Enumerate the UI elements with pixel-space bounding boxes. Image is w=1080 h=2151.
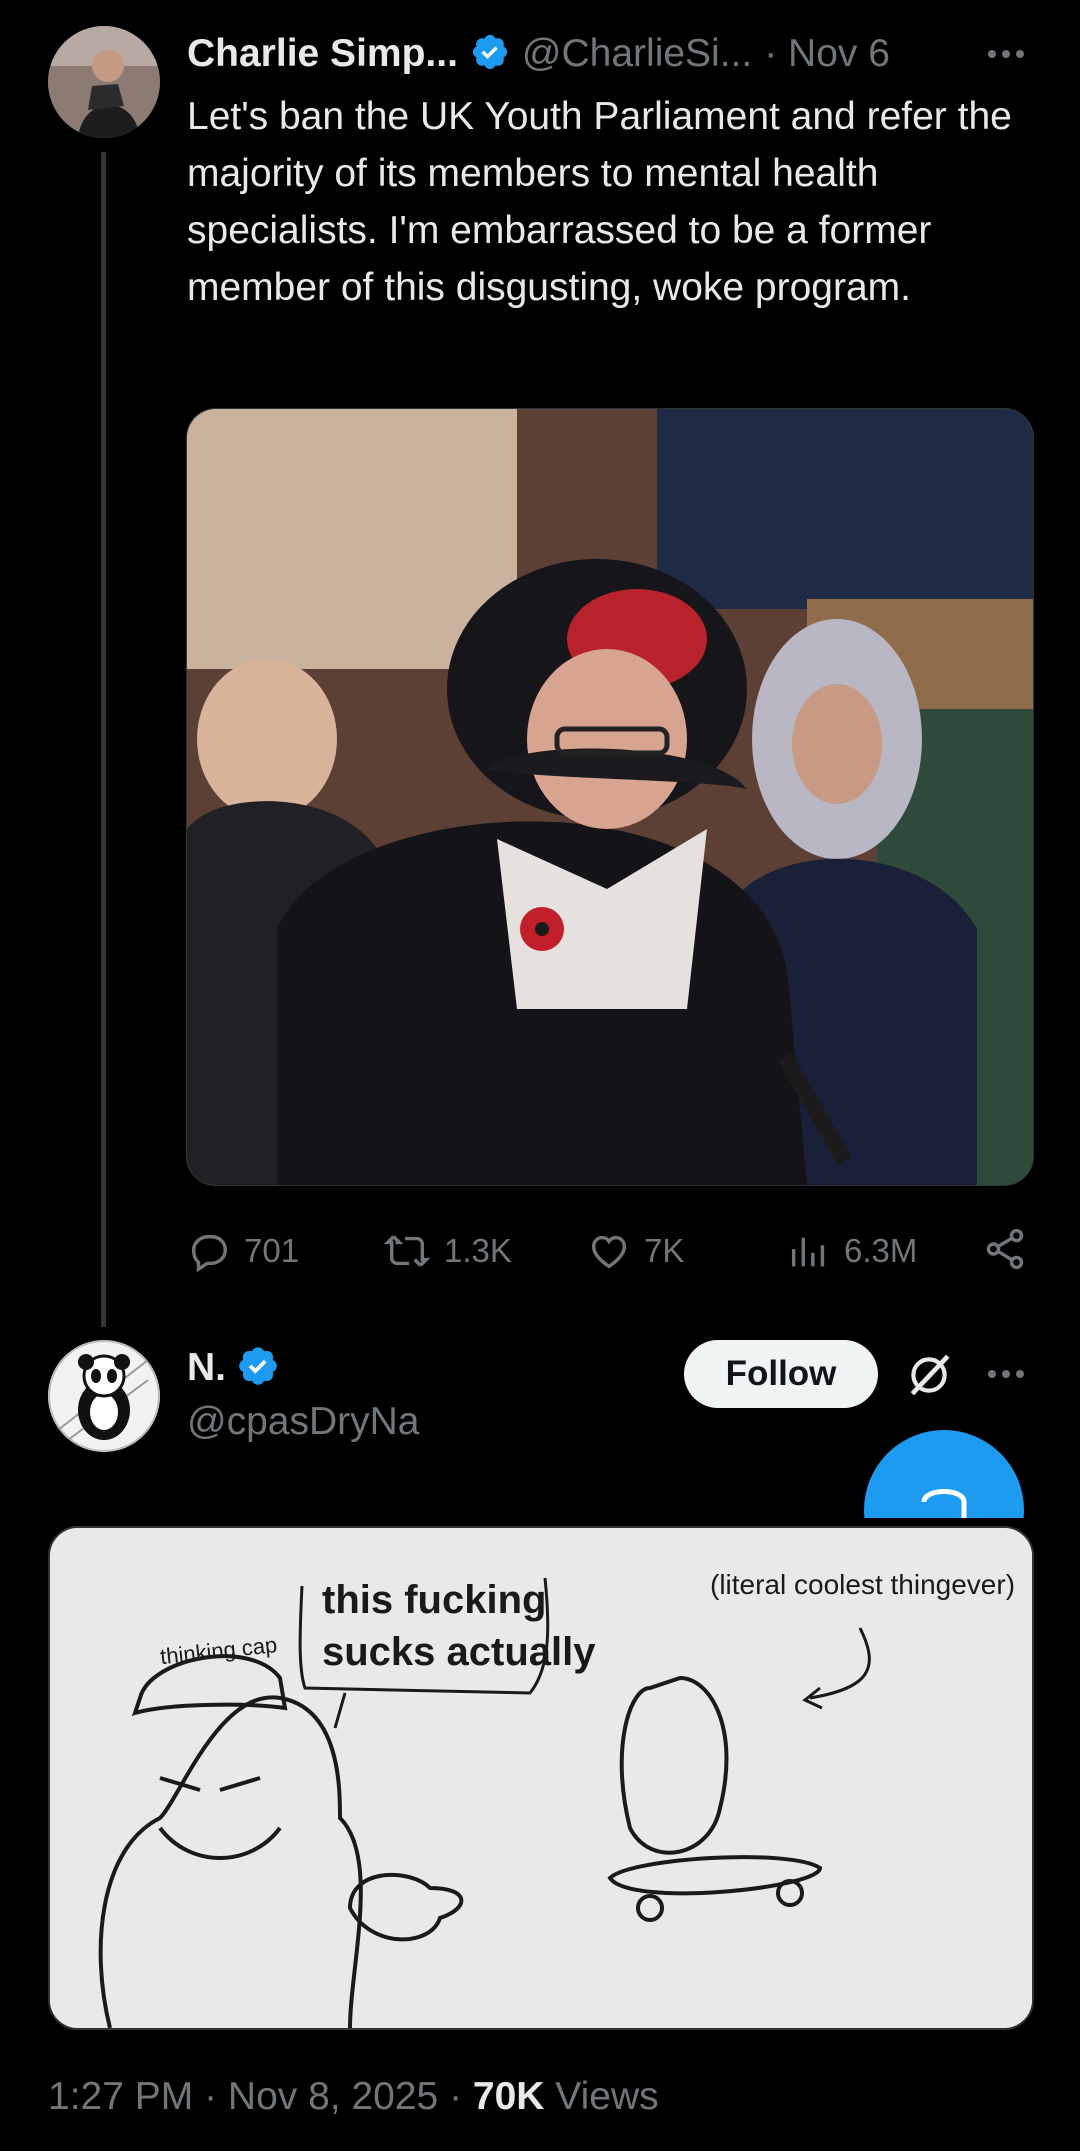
author-display-name[interactable]: Charlie Simp... [187,32,458,76]
views-action[interactable]: 6.3M [786,1228,917,1274]
views-count: 6.3M [844,1232,918,1269]
repost-icon [383,1235,431,1267]
repost-action[interactable]: 1.3K [382,1228,512,1274]
analytics-icon [791,1237,825,1267]
views-label: Views [555,2075,659,2118]
reply-more-options-icon[interactable] [984,1354,1028,1394]
timestamp-time[interactable]: 1:27 PM [48,2075,193,2118]
more-options-icon[interactable] [984,34,1028,74]
reply-header: N. [187,1340,280,1396]
reply-author-avatar[interactable] [48,1340,160,1452]
timestamp-date[interactable]: Nov 8, 2025 [228,2075,438,2118]
reply-media-meme[interactable]: thinking cap this fucking sucks actually… [48,1526,1034,2030]
views-total: 70K [472,2075,545,2118]
tweet-text: Let's ban the UK Youth Parliament and re… [187,95,1023,309]
tweet-time[interactable]: · Nov 6 [764,32,890,76]
meme-caption: (literal coolest thingever) [710,1569,1016,1600]
reply-action[interactable]: 701 [186,1228,299,1274]
reply-display-name[interactable]: N. [187,1346,226,1390]
reply-handle[interactable]: @cpasDryNa [187,1400,419,1444]
reply-count: 701 [244,1232,300,1269]
share-icon[interactable] [982,1226,1028,1277]
reply-icon [191,1234,228,1273]
like-count: 7K [644,1232,685,1269]
meme-speech-bubble: this fucking sucks actually [322,1578,596,1674]
tweet-timestamp-views: 1:27 PM · Nov 8, 2025 · 70K Views [48,2075,659,2118]
follow-button[interactable]: Follow [684,1340,878,1408]
author-avatar[interactable] [48,26,160,138]
author-handle[interactable]: @CharlieSi... [522,32,752,76]
tweet-media-photo[interactable] [186,408,1034,1186]
verified-badge-icon [470,32,510,77]
grok-icon[interactable] [904,1350,954,1400]
tweet-header: Charlie Simp... @CharlieSi... · Nov 6 [187,26,1047,82]
repost-count: 1.3K [444,1232,512,1269]
verified-badge-icon [236,1344,280,1393]
thread-connector-line [101,152,106,1327]
like-action[interactable]: 7K [586,1228,684,1274]
heart-icon [591,1235,627,1269]
